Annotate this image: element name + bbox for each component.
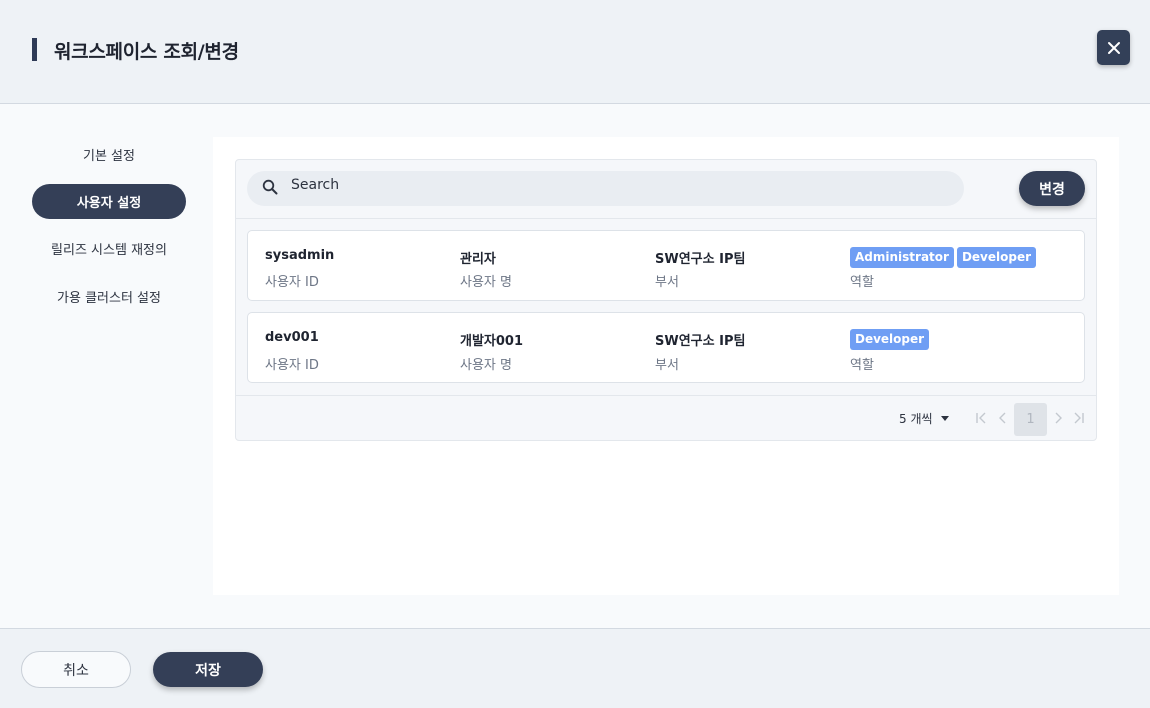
user-id-value: sysadmin	[265, 248, 335, 263]
department-label: 부서	[655, 275, 679, 290]
page-size-label: 5 개씩	[899, 412, 933, 426]
divider	[236, 395, 1096, 396]
user-id-label: 사용자 ID	[265, 358, 319, 373]
close-button[interactable]	[1097, 30, 1130, 65]
department-value: SW연구소 IP팀	[655, 252, 746, 267]
previous-page-icon[interactable]	[997, 412, 1009, 424]
sidebar-item-release-system[interactable]: 릴리즈 시스템 재정의	[32, 231, 186, 266]
user-name-value: 관리자	[460, 252, 496, 267]
user-id-label: 사용자 ID	[265, 275, 319, 290]
role-badge: Developer	[850, 329, 930, 350]
page-title: 워크스페이스 조회/변경	[54, 41, 239, 63]
department-label: 부서	[655, 358, 679, 373]
sidebar-item-user-settings[interactable]: 사용자 설정	[32, 184, 186, 219]
role-badges: Administrator Developer	[850, 247, 1037, 268]
department-value: SW연구소 IP팀	[655, 334, 746, 349]
first-page-icon[interactable]	[975, 412, 987, 424]
role-label: 역할	[850, 275, 874, 290]
search-placeholder[interactable]: Search	[291, 177, 339, 193]
role-badge: Administrator	[850, 247, 954, 268]
title-accent-bar	[32, 38, 37, 61]
last-page-icon[interactable]	[1073, 412, 1085, 424]
next-page-icon[interactable]	[1052, 412, 1064, 424]
sidebar-item-cluster-settings[interactable]: 가용 클러스터 설정	[32, 279, 186, 314]
cancel-button[interactable]: 취소	[21, 651, 131, 688]
role-badge: Developer	[956, 247, 1037, 268]
user-name-value: 개발자001	[460, 334, 524, 349]
page-size-select[interactable]: 5 개씩	[899, 410, 949, 427]
save-button[interactable]: 저장	[153, 652, 263, 687]
role-badges: Developer	[850, 329, 930, 350]
user-name-label: 사용자 명	[460, 358, 512, 373]
change-button[interactable]: 변경	[1019, 171, 1085, 206]
sidebar-item-basic-settings[interactable]: 기본 설정	[32, 137, 186, 172]
divider	[236, 218, 1096, 219]
user-name-label: 사용자 명	[460, 275, 512, 290]
caret-down-icon	[940, 416, 949, 421]
search-icon	[262, 179, 278, 195]
user-id-value: dev001	[265, 330, 319, 345]
search-input[interactable]	[247, 171, 964, 206]
role-label: 역할	[850, 358, 874, 373]
page-number-button[interactable]: 1	[1014, 403, 1047, 436]
close-icon	[1107, 41, 1120, 54]
